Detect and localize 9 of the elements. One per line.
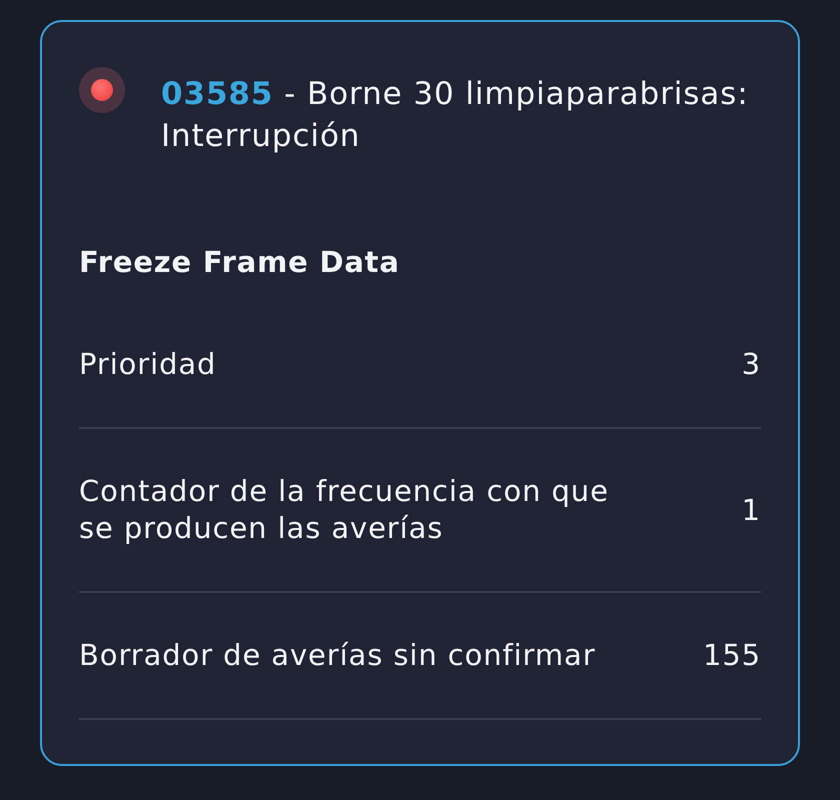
row-label: Borrador de averías sin confirmar [79, 637, 596, 674]
row-value: 1 [742, 492, 761, 528]
row-label: Contador de la frecuencia con que se producen las averías [79, 473, 610, 547]
section-heading: Freeze Frame Data [79, 245, 400, 279]
status-dot-icon [79, 67, 125, 113]
fault-title: 03585 - Borne 30 limpiaparabrisas: Interrupción [161, 75, 750, 156]
row-label: Prioridad [79, 346, 216, 383]
row-value: 3 [742, 346, 761, 383]
row-value: 155 [702, 637, 761, 674]
